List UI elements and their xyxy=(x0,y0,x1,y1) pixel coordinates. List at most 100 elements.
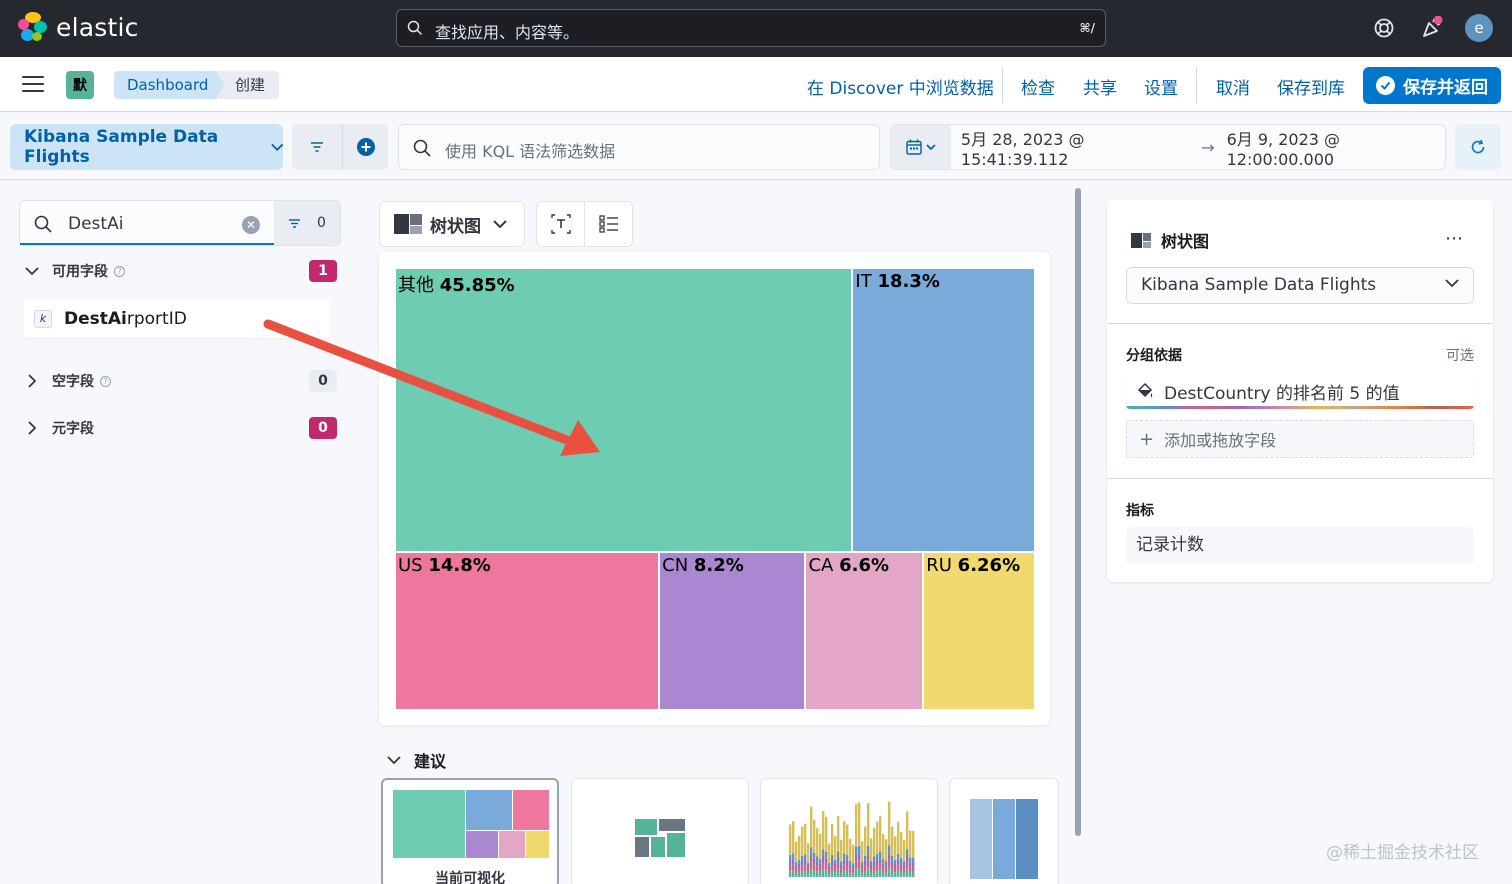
metric-label: 指标 xyxy=(1126,503,1154,519)
global-search-input[interactable]: 查找应用、内容等。 ⌘/ xyxy=(396,9,1106,47)
preview-bar-segment xyxy=(894,868,897,873)
treemap-tile[interactable]: US 14.8% xyxy=(395,551,660,710)
suggestion-mosaic[interactable] xyxy=(571,778,749,884)
suggestion-stacked-column[interactable] xyxy=(949,778,1059,884)
end-date[interactable]: 6月 9, 2023 @ 12:00:00.000 xyxy=(1227,126,1445,169)
user-avatar[interactable]: e xyxy=(1465,14,1493,42)
filter-menu-button[interactable] xyxy=(292,124,342,170)
paint-bucket-icon xyxy=(1137,382,1153,398)
preview-bar-segment xyxy=(879,857,882,864)
treemap-tile[interactable]: IT 18.3% xyxy=(852,268,1035,552)
suggestions-label: 建议 xyxy=(414,752,447,771)
field-item-destairportid[interactable]: k DestAirportID xyxy=(24,300,331,338)
preview-bar-segment xyxy=(807,872,810,877)
space-avatar[interactable]: 默 xyxy=(66,71,94,99)
preview-bar-segment xyxy=(849,868,852,873)
preview-bar-segment xyxy=(903,839,906,862)
preview-bar-segment xyxy=(912,857,915,863)
question-icon: ? xyxy=(100,375,111,387)
news-feed-icon[interactable] xyxy=(1418,14,1446,42)
preview-bar-segment xyxy=(900,871,903,877)
preview-bar-segment xyxy=(885,839,888,862)
treemap-tile[interactable]: CN 8.2% xyxy=(659,551,806,710)
preview-bar-segment xyxy=(831,865,834,871)
dimension-destcountry[interactable]: DestCountry 的排名前 5 的值 xyxy=(1126,373,1474,409)
empty-fields-toggle[interactable]: 空字段 ? 0 xyxy=(24,369,337,393)
preview-bar-segment xyxy=(804,854,807,860)
treemap-tile[interactable]: RU 6.26% xyxy=(923,551,1035,710)
list-icon xyxy=(598,215,618,233)
inspect-link[interactable]: 检查 xyxy=(1021,74,1055,99)
preview-bar-segment xyxy=(909,862,912,867)
kql-query-input[interactable]: 使用 KQL 语法筛选数据 xyxy=(398,124,880,170)
refresh-button[interactable] xyxy=(1455,124,1501,170)
add-filter-button[interactable] xyxy=(342,124,388,170)
field-search-input[interactable]: DestAi ✕ xyxy=(20,201,274,245)
preview-bar-segment xyxy=(789,860,792,866)
treemap-tile[interactable]: CA 6.6% xyxy=(805,551,924,710)
field-name: DestAirportID xyxy=(64,309,187,329)
search-icon xyxy=(407,20,423,36)
treemap-tile-label: 其他 45.85% xyxy=(398,275,515,296)
data-view-picker[interactable]: Kibana Sample Data Flights xyxy=(10,124,283,170)
field-type-filter-button[interactable]: 0 xyxy=(274,201,340,245)
stacked-bar-preview xyxy=(789,801,915,877)
suggestion-bar-chart[interactable] xyxy=(760,778,938,884)
workspace-scrollbar[interactable] xyxy=(1075,188,1081,836)
breadcrumb-create: 创建 xyxy=(216,71,280,99)
preview-bar-segment xyxy=(873,827,876,857)
kql-placeholder: 使用 KQL 语法筛选数据 xyxy=(445,142,616,161)
explore-in-discover-link[interactable]: 在 Discover 中浏览数据 xyxy=(807,74,994,99)
preview-bar-segment xyxy=(825,816,828,852)
help-icon[interactable] xyxy=(1370,14,1398,42)
more-options-icon[interactable]: ⋯ xyxy=(1445,228,1464,249)
preview-bar-segment xyxy=(873,871,876,877)
share-link[interactable]: 共享 xyxy=(1083,74,1117,99)
preview-bar-segment xyxy=(852,869,855,874)
preview-bar-segment xyxy=(876,870,879,877)
preview-bar-segment xyxy=(795,872,798,877)
count-badge: 0 xyxy=(309,370,337,392)
metric-record-count[interactable]: 记录计数 xyxy=(1126,527,1474,563)
save-and-return-button[interactable]: 保存并返回 xyxy=(1363,67,1501,104)
preview-bar-segment xyxy=(831,824,834,855)
preview-bar-segment xyxy=(852,866,855,870)
preview-bar-segment xyxy=(801,855,804,861)
meta-fields-toggle[interactable]: 元字段 0 xyxy=(24,416,337,440)
preview-bar-segment xyxy=(813,853,816,859)
breadcrumb-dashboard[interactable]: Dashboard xyxy=(114,71,226,99)
suggestion-current-visualization[interactable]: 当前可视化 xyxy=(381,778,559,884)
field-search: DestAi ✕ 0 xyxy=(19,200,341,246)
title-text-button[interactable] xyxy=(537,202,584,246)
preview-bar-segment xyxy=(804,859,807,866)
preview-bar-segment xyxy=(792,821,795,854)
filter-count: 0 xyxy=(317,215,326,231)
add-or-drop-field[interactable]: + 添加或拖放字段 xyxy=(1126,420,1474,458)
suggestions-toggle[interactable]: 建议 xyxy=(386,748,446,772)
preview-bar-segment xyxy=(873,866,876,872)
legend-settings-button[interactable] xyxy=(584,202,632,246)
quick-date-menu-button[interactable] xyxy=(891,125,951,169)
preview-bar-segment xyxy=(903,861,906,866)
preview-bar-segment xyxy=(828,862,831,867)
preview-bar-segment xyxy=(819,833,822,859)
clear-icon[interactable]: ✕ xyxy=(242,216,260,234)
start-date[interactable]: 5月 28, 2023 @ 15:41:39.112 xyxy=(961,126,1189,169)
treemap-tile[interactable]: 其他 45.85% xyxy=(395,268,853,552)
layer-data-view-select[interactable]: Kibana Sample Data Flights xyxy=(1126,267,1474,304)
dimension-label: DestCountry 的排名前 5 的值 xyxy=(1164,383,1400,404)
menu-icon[interactable] xyxy=(22,76,44,92)
preview-bar-segment xyxy=(843,870,846,877)
chevron-down-icon xyxy=(25,267,39,276)
preview-bar-segment xyxy=(906,862,909,870)
preview-bar-segment xyxy=(891,826,894,856)
cancel-link[interactable]: 取消 xyxy=(1216,74,1250,99)
available-fields-toggle[interactable]: 可用字段 ? 1 xyxy=(24,259,337,283)
treemap-chart[interactable]: 其他 45.85% IT 18.3% US 14.8% CN 8.2% CA 6.6% R… xyxy=(395,268,1035,710)
chart-type-switcher[interactable]: 树状图 xyxy=(379,201,525,247)
save-to-library-link[interactable]: 保存到库 xyxy=(1277,74,1345,99)
preview-bar-segment xyxy=(816,861,819,867)
preview-bar-segment xyxy=(789,824,792,855)
settings-link[interactable]: 设置 xyxy=(1144,74,1178,99)
elastic-logo[interactable]: elastic xyxy=(18,12,139,42)
